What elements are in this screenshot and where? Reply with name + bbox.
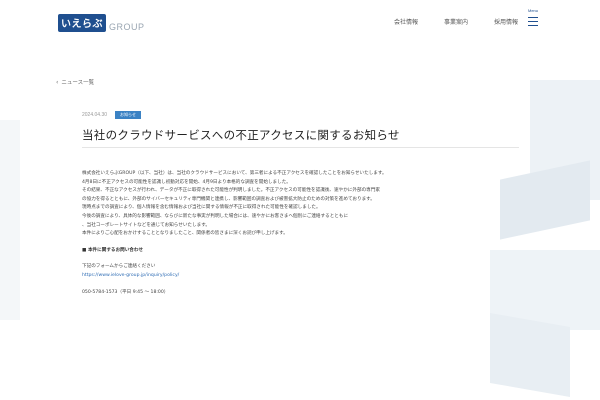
global-nav: 会社情報 事業案内 採用情報 xyxy=(394,17,518,26)
article-body: 株式会社いえらぶGROUP（以下、当社）は、当社のクラウドサービスにおいて、第三… xyxy=(82,170,519,297)
article-title: 当社のクラウドサービスへの不正アクセスに関するお知らせ xyxy=(82,128,400,142)
paragraph: 株式会社いえらぶGROUP（以下、当社）は、当社のクラウドサービスにおいて、第三… xyxy=(82,171,387,176)
article-meta: 2024.04.30 お知らせ xyxy=(82,111,141,119)
hamburger-menu-button[interactable]: Menu xyxy=(526,8,540,27)
contact-form-link[interactable]: https://www.ielove-group.jp/inquiry/poli… xyxy=(82,272,519,281)
contact-phone: 050-5784-1573（平日 9:45 ～ 18:00） xyxy=(82,289,169,295)
nav-item-business[interactable]: 事業案内 xyxy=(444,17,468,26)
logo-group-text: GROUP xyxy=(109,22,145,32)
nav-item-company[interactable]: 会社情報 xyxy=(394,17,418,26)
title-divider xyxy=(82,147,519,148)
paragraph: その結果、不正なアクセスが行われ、データが不正に取得された可能性が判明しました。… xyxy=(82,188,380,194)
menu-label: Menu xyxy=(527,8,538,13)
paragraph: 4月8日に不正アクセスの可能性を認識し初動対応を開始、4月9日より本格的な調査を… xyxy=(82,179,291,185)
logo-mark: いえらぶ xyxy=(58,14,106,32)
paragraph: 、当社コーポレートサイトなどを通じてお知らせいたします。 xyxy=(82,222,210,228)
hamburger-icon xyxy=(528,16,538,18)
paragraph: の協力を得るとともに、外部のサイバーセキュリティ専門機関と連携し、影響範囲の調査… xyxy=(82,196,375,202)
nav-item-recruit[interactable]: 採用情報 xyxy=(494,17,518,26)
site-header: いえらぶ GROUP 会社情報 事業案内 採用情報 Menu xyxy=(0,0,600,46)
contact-heading: ■ 本件に関するお問い合わせ xyxy=(82,247,144,253)
site-logo[interactable]: いえらぶ GROUP xyxy=(58,14,145,32)
article-date: 2024.04.30 xyxy=(82,112,108,118)
chevron-left-icon: ‹ xyxy=(56,78,59,86)
paragraph: 今後の調査により、具体的な影響範囲、ならびに新たな事実が判明した場合には、速やか… xyxy=(82,213,349,219)
paragraph: 本件によりご心配をおかけすることとなりましたこと、関係者の皆さまに深くお詫び申し… xyxy=(82,231,288,237)
back-to-news-link[interactable]: ‹ ニュース一覧 xyxy=(56,78,95,87)
paragraph: 現時点までの調査により、個人情報を含む情報および当社に関する情報が不正に取得され… xyxy=(82,205,321,211)
contact-intro: 下記のフォームからご連絡ください xyxy=(82,264,156,270)
back-link-label: ニュース一覧 xyxy=(61,80,95,86)
background-decoration-left xyxy=(0,120,20,320)
category-badge: お知らせ xyxy=(115,111,141,119)
